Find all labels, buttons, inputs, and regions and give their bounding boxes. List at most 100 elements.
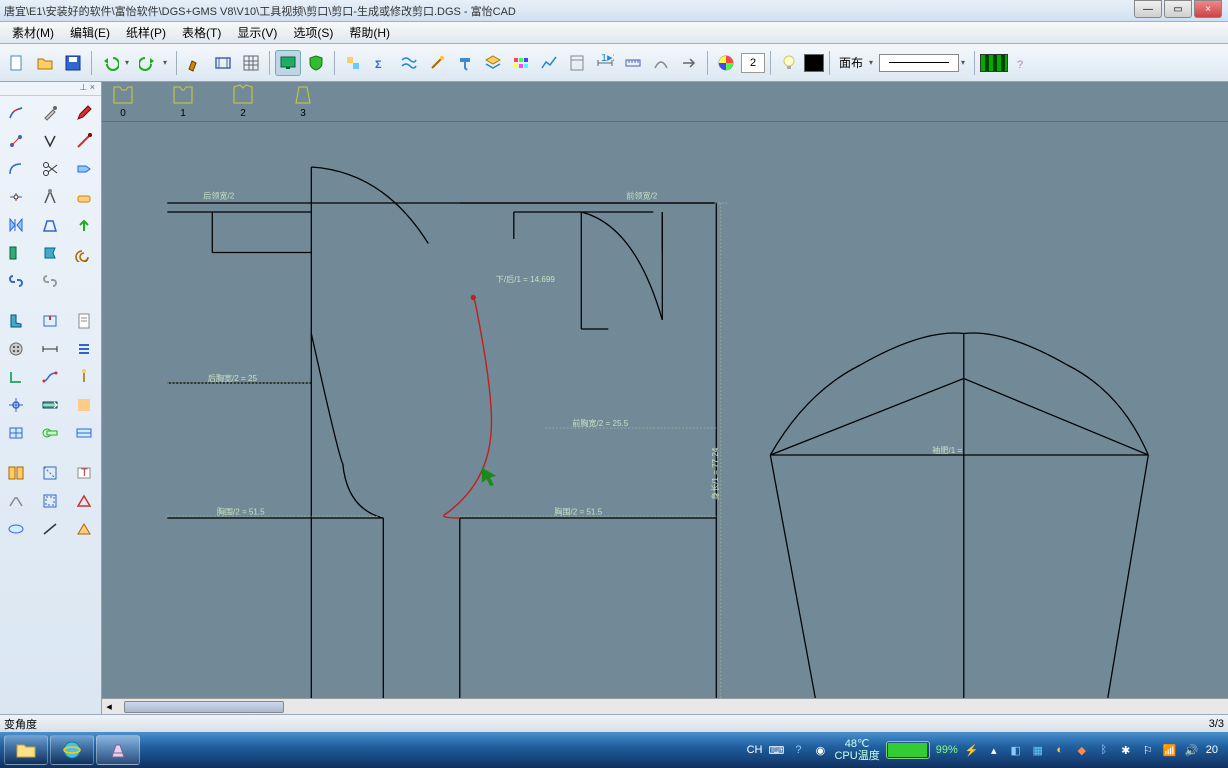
wifi-icon[interactable]: 📶 <box>1162 742 1178 758</box>
horizontal-scrollbar[interactable]: ◂ <box>102 698 1228 714</box>
taskbar-explorer[interactable] <box>4 735 48 765</box>
maximize-button[interactable]: ▭ <box>1164 0 1192 18</box>
tray-icon-4[interactable]: ◆ <box>1074 742 1090 758</box>
walk-icon[interactable] <box>1 488 31 514</box>
grain-icon[interactable] <box>35 392 65 418</box>
line-icon[interactable] <box>35 516 65 542</box>
notch-icon[interactable] <box>35 308 65 334</box>
compass-icon[interactable] <box>35 184 65 210</box>
pin-icon[interactable] <box>69 364 99 390</box>
menu-material[interactable]: 素材(M) <box>4 22 62 43</box>
menu-pattern[interactable]: 纸样(P) <box>118 22 174 43</box>
pencil-icon[interactable] <box>69 100 99 126</box>
layout-icon[interactable] <box>1 460 31 486</box>
keyboard-icon[interactable]: ⌨ <box>768 742 784 758</box>
frame2-icon[interactable] <box>564 50 590 76</box>
open-icon[interactable] <box>32 50 58 76</box>
wave-icon[interactable] <box>396 50 422 76</box>
eraser-icon[interactable] <box>69 184 99 210</box>
lang-indicator[interactable]: CH <box>747 744 763 756</box>
rule-icon[interactable] <box>69 420 99 446</box>
tray-icon-5[interactable]: ✱ <box>1118 742 1134 758</box>
mark-icon[interactable] <box>69 392 99 418</box>
button-icon[interactable] <box>1 336 31 362</box>
frame-icon[interactable] <box>210 50 236 76</box>
cpu-temp[interactable]: 48℃ CPU温度 <box>834 738 879 762</box>
list-icon[interactable] <box>69 336 99 362</box>
extract-icon[interactable] <box>35 212 65 238</box>
palette-icon[interactable] <box>508 50 534 76</box>
fold-icon[interactable] <box>35 460 65 486</box>
flag-icon[interactable]: ⚐ <box>1140 742 1156 758</box>
color-swatch[interactable] <box>804 54 824 72</box>
grid-icon[interactable] <box>238 50 264 76</box>
brush-icon[interactable] <box>182 50 208 76</box>
piece-icon[interactable] <box>35 240 65 266</box>
close-button[interactable]: × <box>1194 0 1222 18</box>
tray-icon-1[interactable]: ◧ <box>1008 742 1024 758</box>
tray-icon-2[interactable]: ▦ <box>1030 742 1046 758</box>
vpen-icon[interactable] <box>35 128 65 154</box>
drill-icon[interactable] <box>1 392 31 418</box>
clock[interactable]: 20 <box>1206 744 1218 756</box>
thumb-1[interactable]: 1 <box>168 83 198 119</box>
color-wheel-icon[interactable] <box>713 50 739 76</box>
help-icon[interactable]: ? <box>1010 50 1036 76</box>
align-icon[interactable] <box>340 50 366 76</box>
pen-draw-icon[interactable] <box>1 100 31 126</box>
menu-edit[interactable]: 编辑(E) <box>62 22 118 43</box>
eyedrop-icon[interactable] <box>35 100 65 126</box>
monitor-icon[interactable] <box>275 50 301 76</box>
arrow-r-icon[interactable] <box>676 50 702 76</box>
lineweight-input[interactable] <box>741 53 765 73</box>
battery-indicator[interactable] <box>886 741 930 759</box>
doc-icon[interactable] <box>69 308 99 334</box>
arc-tool-icon[interactable] <box>1 156 31 182</box>
help-tray-icon[interactable]: ? <box>790 742 806 758</box>
cutpt-icon[interactable] <box>1 184 31 210</box>
notch2-icon[interactable] <box>69 488 99 514</box>
bulb-icon[interactable] <box>776 50 802 76</box>
layers-icon[interactable] <box>480 50 506 76</box>
ruler-icon[interactable] <box>620 50 646 76</box>
redpen-icon[interactable] <box>69 128 99 154</box>
taskbar-app[interactable] <box>96 735 140 765</box>
tray-icon-3[interactable]: ◐ <box>1052 742 1068 758</box>
new-icon[interactable] <box>4 50 30 76</box>
link-icon[interactable] <box>1 268 31 294</box>
panel-icon[interactable] <box>1 240 31 266</box>
roll-icon[interactable] <box>1 516 31 542</box>
menu-view[interactable]: 显示(V) <box>229 22 285 43</box>
join-icon[interactable] <box>35 364 65 390</box>
tape-icon[interactable] <box>35 420 65 446</box>
shield-tray-icon[interactable]: ◉ <box>812 742 828 758</box>
grid2-icon[interactable] <box>1 420 31 446</box>
spiral-icon[interactable] <box>69 240 99 266</box>
seam-icon[interactable] <box>35 488 65 514</box>
fabric-dd[interactable]: ▾ <box>869 58 877 67</box>
redo-icon[interactable] <box>135 50 161 76</box>
up-arrow-icon[interactable] <box>69 212 99 238</box>
paint-icon[interactable] <box>452 50 478 76</box>
mirror-icon[interactable] <box>1 212 31 238</box>
volume-icon[interactable]: 🔊 <box>1184 742 1200 758</box>
minimize-button[interactable]: — <box>1134 0 1162 18</box>
thumb-2[interactable]: 2 <box>228 83 258 119</box>
menu-options[interactable]: 选项(S) <box>285 22 341 43</box>
bluetooth-icon[interactable]: ᛒ <box>1096 742 1112 758</box>
thumb-0[interactable]: 0 <box>108 83 138 119</box>
corner-icon[interactable] <box>1 364 31 390</box>
arc-icon[interactable] <box>648 50 674 76</box>
thumb-3[interactable]: 3 <box>288 83 318 119</box>
drawing-canvas[interactable]: 后胸宽/2 = 25 胸围/2 = 51.5 前胸宽/2 = 25.5 胸围/2… <box>102 122 1228 698</box>
unlink-icon[interactable] <box>35 268 65 294</box>
scissors-icon[interactable] <box>35 156 65 182</box>
wand-icon[interactable] <box>424 50 450 76</box>
tri-icon[interactable] <box>69 516 99 542</box>
panel-pin[interactable]: ⊥ × <box>0 82 101 96</box>
film-icon[interactable] <box>980 54 1008 72</box>
text-icon[interactable]: T <box>69 460 99 486</box>
menu-table[interactable]: 表格(T) <box>174 22 229 43</box>
boot-icon[interactable] <box>1 308 31 334</box>
chevron-up-icon[interactable]: ▴ <box>986 742 1002 758</box>
